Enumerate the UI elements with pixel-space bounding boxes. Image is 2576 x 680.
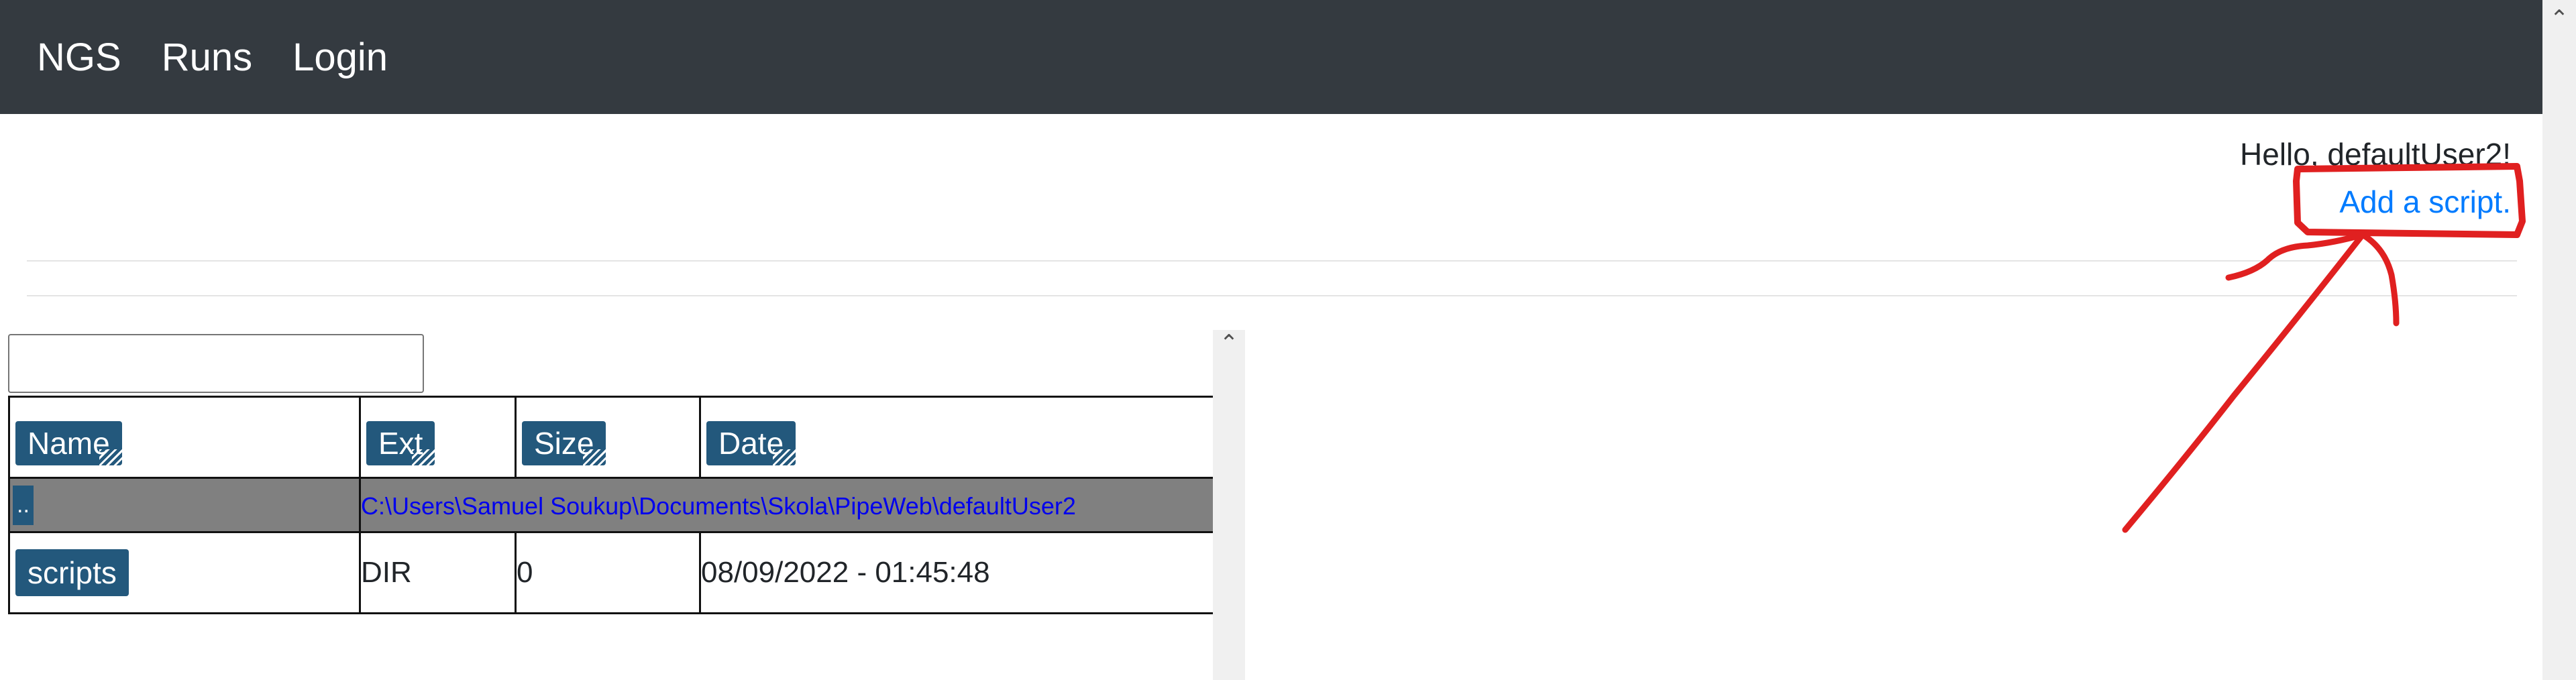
file-date-cell: 08/09/2022 - 01:45:48: [699, 531, 1213, 614]
parent-cell: ..: [8, 477, 361, 533]
file-ext-cell: DIR: [359, 531, 517, 614]
file-browser: Name Ext Size Date .. C:\Users\Samuel So…: [8, 396, 1213, 680]
sort-ext-button[interactable]: Ext: [366, 421, 439, 469]
table-row[interactable]: scripts DIR 0 08/09/2022 - 01:45:48: [8, 531, 1213, 614]
chevron-up-icon[interactable]: ⌃: [2542, 5, 2576, 32]
user-greeting: Hello, defaultUser2!: [2240, 137, 2511, 172]
divider-top: [27, 260, 2517, 262]
nav-login-link[interactable]: Login: [292, 35, 388, 80]
table-scrollbar[interactable]: ⌃: [1213, 330, 1245, 680]
column-header-date: Date: [699, 396, 1213, 479]
open-scripts-button[interactable]: scripts: [15, 549, 129, 596]
current-path-link[interactable]: C:\Users\Samuel Soukup\Documents\Skola\P…: [361, 492, 1076, 520]
resize-grip-icon[interactable]: [99, 449, 126, 469]
parent-directory-button[interactable]: ..: [13, 485, 34, 525]
arrow-head: [2225, 231, 2400, 327]
header-name-label: Name: [28, 426, 110, 461]
table-header-row: Name Ext Size Date: [8, 396, 1213, 479]
resize-grip-icon[interactable]: [773, 449, 800, 469]
sort-date-button[interactable]: Date: [706, 421, 800, 469]
resize-grip-icon[interactable]: [583, 449, 610, 469]
nav-brand-link[interactable]: NGS: [37, 35, 121, 80]
sort-size-button[interactable]: Size: [522, 421, 610, 469]
top-navbar: NGS Runs Login: [0, 0, 2542, 114]
add-script-link[interactable]: Add a script.: [2339, 184, 2511, 220]
parent-directory-row[interactable]: .. C:\Users\Samuel Soukup\Documents\Skol…: [8, 477, 1213, 533]
file-size-cell: 0: [515, 531, 701, 614]
file-filter-input[interactable]: [8, 334, 424, 393]
column-header-size: Size: [515, 396, 701, 479]
sort-name-button[interactable]: Name: [15, 421, 126, 469]
column-header-name: Name: [8, 396, 361, 479]
file-name-cell: scripts: [8, 531, 361, 614]
column-header-ext: Ext: [359, 396, 517, 479]
chevron-up-icon[interactable]: ⌃: [1213, 330, 1245, 357]
file-table: Name Ext Size Date .. C:\Users\Samuel So…: [8, 396, 1213, 614]
page-scrollbar[interactable]: ⌃: [2542, 0, 2576, 680]
current-path-cell: C:\Users\Samuel Soukup\Documents\Skola\P…: [359, 477, 1213, 533]
resize-grip-icon[interactable]: [412, 449, 439, 469]
nav-runs-link[interactable]: Runs: [162, 35, 252, 80]
divider-bottom: [27, 295, 2517, 296]
arrow-shaft: [2122, 231, 2366, 533]
